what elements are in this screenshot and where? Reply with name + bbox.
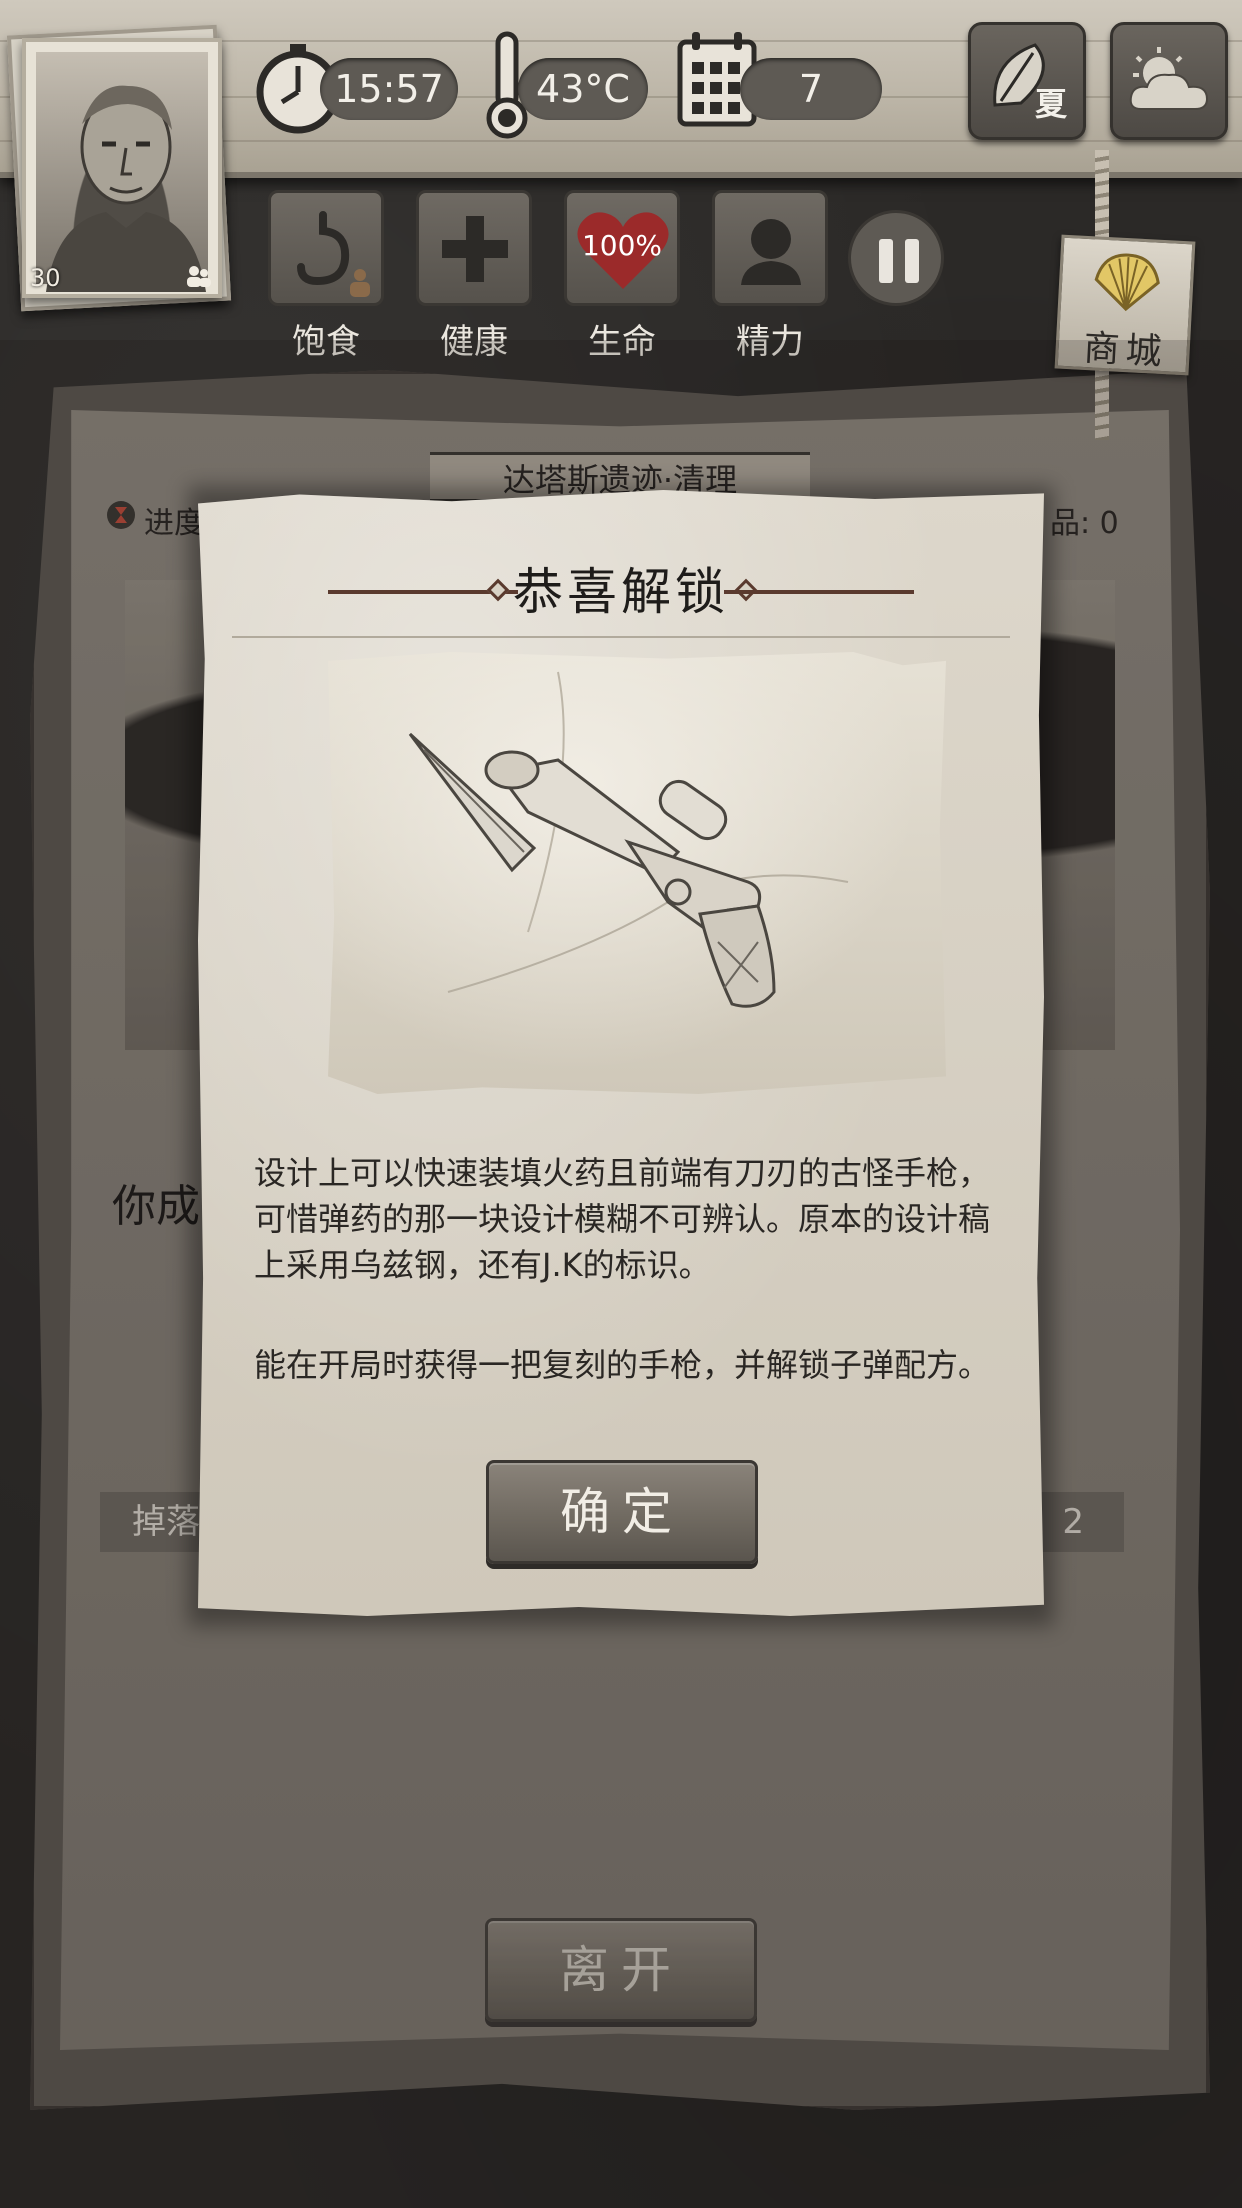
unlock-dialog: 恭喜解锁 设计上可以快速装填火药且前端有刀刃的古怪手枪，可惜弹药的那一块设计模糊…: [198, 490, 1044, 1616]
energy-button[interactable]: [712, 190, 828, 306]
people-icon: [187, 266, 211, 287]
time-display: 15:57: [320, 58, 458, 120]
day-counter: 7: [740, 58, 882, 120]
shell-icon: [1094, 253, 1160, 312]
dialog-title: 恭喜解锁: [513, 563, 729, 621]
person-icon: [350, 269, 370, 297]
pause-icon: [905, 239, 919, 283]
hunger-button[interactable]: [268, 190, 384, 306]
level-badge: 30: [30, 264, 61, 292]
title-divider: [232, 636, 1010, 638]
head-icon: [741, 219, 801, 285]
bladed-pistol-sketch: [408, 671, 849, 1008]
pause-button[interactable]: [848, 210, 944, 306]
item-description: 设计上可以快速装填火药且前端有刀刃的古怪手枪，可惜弹药的那一块设计模糊不可辨认。…: [254, 1154, 991, 1284]
character-portrait[interactable]: 30: [22, 38, 222, 298]
temperature-display: 43°C: [518, 58, 648, 120]
avatar: [36, 52, 208, 292]
life-value: 100%: [581, 229, 663, 262]
blueprint-image: [328, 652, 946, 1094]
season-button[interactable]: 夏: [968, 22, 1086, 140]
face-sketch: [46, 85, 206, 292]
health-button[interactable]: [416, 190, 532, 306]
cross-icon: [442, 216, 508, 282]
partly-cloudy-icon: [1129, 47, 1209, 110]
unlock-effect: 能在开局时获得一把复刻的手枪，并解锁子弹配方。: [254, 1346, 991, 1384]
pause-icon: [879, 239, 893, 283]
life-button[interactable]: 100%: [564, 190, 680, 306]
weather-button[interactable]: [1110, 22, 1228, 140]
confirm-button[interactable]: 确定: [486, 1460, 758, 1564]
season-label: 夏: [1034, 85, 1067, 123]
title-rule-right: [724, 590, 914, 594]
